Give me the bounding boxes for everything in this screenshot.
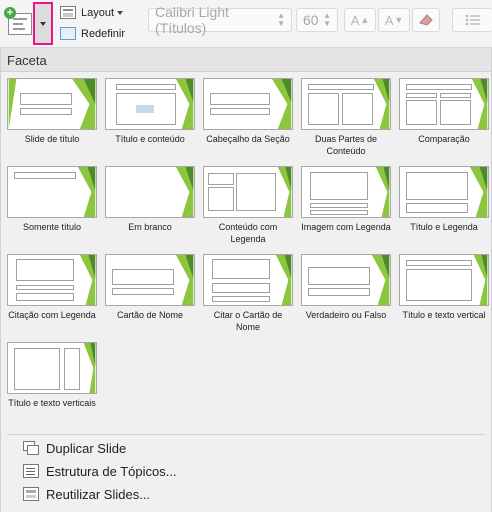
new-slide-button[interactable]: +: [4, 5, 36, 41]
layout-dropdown-button[interactable]: [33, 2, 53, 45]
layout-name: Em branco: [128, 222, 172, 232]
layout-quote-name-card[interactable]: Citar o Cartão de Nome: [203, 254, 295, 333]
grow-font-label: A: [350, 12, 360, 28]
layout-thumbnail: [203, 254, 293, 306]
increase-icon: ▲: [360, 15, 370, 25]
layout-name: Citar o Cartão de Nome: [213, 310, 283, 332]
layout-vertical-title-text[interactable]: Título e texto verticais: [7, 342, 99, 409]
layout-title-content[interactable]: Título e conteúdo: [105, 78, 197, 145]
theme-header: Faceta: [1, 48, 491, 72]
layout-gallery: Slide de título Título e conteúdo Cabeça…: [1, 72, 491, 434]
layout-thumbnail: [7, 342, 97, 394]
theme-name: Faceta: [7, 53, 47, 68]
layout-thumbnail: [399, 166, 489, 218]
layout-quote-caption[interactable]: Citação com Legenda: [7, 254, 99, 321]
layout-name: Slide de título: [24, 134, 80, 144]
layout-name: Conteúdo com Legenda: [218, 222, 278, 244]
layout-two-content[interactable]: Duas Partes de Conteúdo: [301, 78, 393, 157]
layout-label: Layout: [81, 6, 115, 19]
layout-button[interactable]: Layout: [60, 6, 124, 19]
layout-thumbnail: [7, 254, 97, 306]
layout-title-slide[interactable]: Slide de título: [7, 78, 99, 145]
layout-thumbnail: [7, 78, 97, 130]
font-size-value: 60: [303, 12, 319, 28]
layout-name: Título e conteúdo: [115, 134, 185, 144]
outline-icon: [23, 464, 39, 478]
layout-thumbnail: [105, 78, 195, 130]
layout-title-vertical-text[interactable]: Título e texto vertical: [399, 254, 491, 321]
layout-thumbnail: [203, 78, 293, 130]
layout-name: Título e texto verticais: [8, 398, 96, 408]
layout-name-card[interactable]: Cartão de Nome: [105, 254, 197, 321]
reset-icon: [60, 27, 76, 40]
layout-blank[interactable]: Em branco: [105, 166, 197, 233]
bullet-list-icon: [465, 14, 480, 26]
layout-true-false[interactable]: Verdadeiro ou Falso: [301, 254, 393, 321]
layout-content-caption[interactable]: Conteúdo com Legenda: [203, 166, 295, 245]
layout-panel: Faceta Slide de título Título e conteúdo: [0, 48, 492, 512]
chevron-down-icon: [117, 10, 124, 15]
layout-thumbnail: [105, 254, 195, 306]
eraser-icon: [419, 14, 433, 26]
layout-thumbnail: [7, 166, 97, 218]
layout-name: Verdadeiro ou Falso: [305, 310, 387, 320]
font-name-value: Calibri Light (Títulos): [155, 4, 229, 36]
font-name-field[interactable]: Calibri Light (Títulos) ▲ ▼: [148, 4, 292, 36]
layout-name: Comparação: [418, 134, 470, 144]
layout-comparison[interactable]: Comparação: [399, 78, 491, 145]
layout-name: Título e texto vertical: [402, 310, 486, 320]
outline-label: Estrutura de Tópicos...: [46, 463, 177, 479]
layout-name: Título e Legenda: [410, 222, 478, 232]
stepper-arrows-icon: ▲ ▼: [323, 11, 331, 28]
menu-divider: [7, 434, 485, 435]
bullets-button[interactable]: [452, 8, 492, 32]
decrease-icon: ▼: [394, 15, 404, 25]
reuse-slides-item[interactable]: Reutilizar Slides...: [23, 485, 150, 503]
grow-font-button[interactable]: A ▲: [344, 8, 376, 32]
layout-thumbnail: [301, 166, 391, 218]
shrink-font-button[interactable]: A ▼: [378, 8, 410, 32]
shrink-font-label: A: [384, 12, 394, 28]
layout-title-only[interactable]: Somente título: [7, 166, 99, 233]
ribbon: + Layout Redefinir Calibri Light (Título…: [0, 0, 492, 48]
layout-thumbnail: [399, 254, 489, 306]
layout-icon: [60, 6, 76, 19]
chevron-down-icon: [40, 22, 46, 26]
layout-title-caption[interactable]: Título e Legenda: [399, 166, 491, 233]
clear-formatting-button[interactable]: [412, 8, 440, 32]
reset-button[interactable]: Redefinir: [60, 27, 125, 40]
facet-decoration: [175, 167, 194, 217]
layout-thumbnail: [399, 78, 489, 130]
outline-item[interactable]: Estrutura de Tópicos...: [23, 462, 177, 480]
reset-label: Redefinir: [81, 27, 126, 40]
layout-name: Cabeçalho da Seção: [206, 134, 290, 144]
layout-thumbnail: [301, 254, 391, 306]
duplicate-icon: [23, 441, 39, 455]
reuse-slides-icon: [23, 487, 39, 501]
add-icon: +: [4, 7, 16, 19]
duplicate-slide-item[interactable]: Duplicar Slide: [23, 439, 126, 457]
reuse-label: Reutilizar Slides...: [46, 486, 151, 502]
layout-section-header[interactable]: Cabeçalho da Seção: [203, 78, 295, 145]
layout-name: Duas Partes de Conteúdo: [314, 134, 378, 156]
layout-thumbnail: [203, 166, 293, 218]
layout-thumbnail: [301, 78, 391, 130]
font-size-field[interactable]: 60 ▲ ▼: [296, 8, 338, 32]
layout-name: Cartão de Nome: [116, 310, 184, 320]
stepper-arrows-icon: ▲ ▼: [277, 11, 285, 28]
layout-thumbnail: [105, 166, 195, 218]
layout-picture-caption[interactable]: Imagem com Legenda: [301, 166, 393, 233]
layout-name: Somente título: [22, 222, 82, 232]
layout-name: Imagem com Legenda: [301, 222, 391, 232]
layout-name: Citação com Legenda: [8, 310, 96, 320]
duplicate-label: Duplicar Slide: [46, 440, 127, 456]
